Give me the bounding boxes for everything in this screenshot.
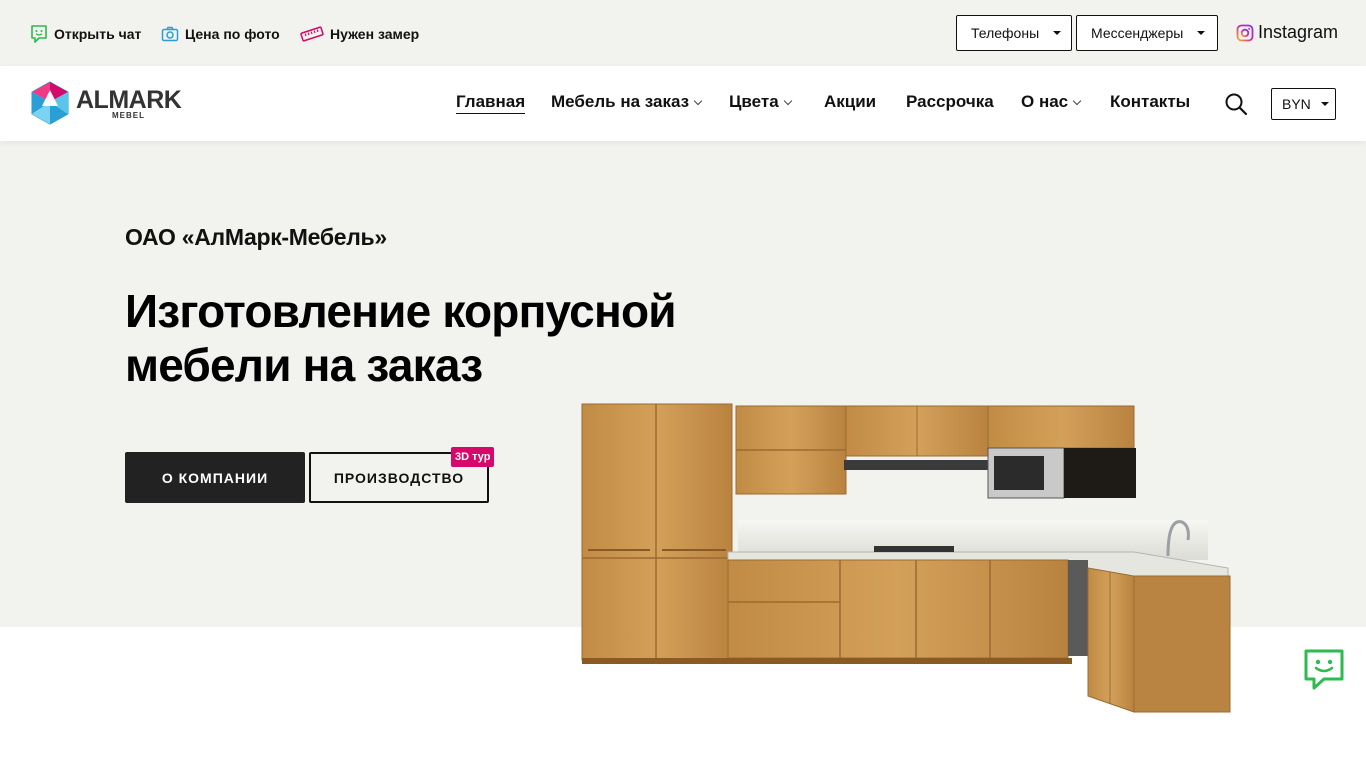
nav-installments[interactable]: Рассрочка <box>906 92 994 112</box>
nav-contacts-label: Контакты <box>1110 92 1191 111</box>
measure-label: Нужен замер <box>330 26 420 42</box>
floating-chat-button[interactable] <box>1302 647 1346 691</box>
ruler-icon <box>300 26 324 42</box>
nav-installments-label: Рассрочка <box>906 92 994 111</box>
nav-promotions[interactable]: Акции <box>824 92 876 112</box>
nav-colors[interactable]: Цвета <box>729 92 792 112</box>
logo-subtext: MEBEL <box>112 111 145 120</box>
search-button[interactable] <box>1224 92 1248 116</box>
nav-promotions-label: Акции <box>824 92 877 111</box>
nav-home-label: Главная <box>456 92 526 111</box>
currency-dropdown[interactable]: BYN <box>1271 88 1336 120</box>
3d-tour-badge[interactable]: 3D тур <box>451 447 495 467</box>
almark-logo[interactable]: ALMARK MEBEL <box>30 80 190 126</box>
nav-about[interactable]: О нас <box>1021 92 1082 112</box>
nav-colors-label: Цвета <box>729 92 779 111</box>
currency-label: BYN <box>1282 96 1311 112</box>
headline-line-2: мебели на заказ <box>125 339 483 391</box>
headline-line-1: Изготовление корпусной <box>125 285 677 337</box>
camera-icon <box>161 26 179 42</box>
nav-custom-furniture-label: Мебель на заказ <box>551 92 690 111</box>
chevron-down-icon <box>1072 96 1082 105</box>
chat-icon <box>31 25 47 43</box>
about-company-button[interactable]: О КОМПАНИИ <box>125 452 305 503</box>
top-bar: Открыть чат Цена по фото Нужен замер Тел… <box>0 0 1366 66</box>
open-chat-label: Открыть чат <box>54 26 142 42</box>
company-name: ОАО «АлМарк-Мебель» <box>125 224 387 250</box>
instagram-icon <box>1236 24 1254 41</box>
caret-down-icon <box>1320 102 1329 106</box>
chevron-down-icon <box>783 96 792 105</box>
main-header: ALMARK MEBEL Главная Мебель на заказ Цве… <box>0 66 1366 141</box>
nav-about-label: О нас <box>1021 92 1069 111</box>
messengers-dropdown[interactable]: Мессенджеры <box>1076 15 1218 51</box>
photo-price-label: Цена по фото <box>185 26 280 42</box>
messengers-label: Мессенджеры <box>1091 25 1184 41</box>
search-icon <box>1225 93 1248 116</box>
photo-price-link[interactable]: Цена по фото <box>161 22 280 46</box>
nav-home[interactable]: Главная <box>456 92 526 114</box>
nav-contacts[interactable]: Контакты <box>1110 92 1190 112</box>
phones-label: Телефоны <box>971 25 1040 41</box>
caret-down-icon <box>1053 31 1062 35</box>
chevron-down-icon <box>693 96 703 105</box>
measure-link[interactable]: Нужен замер <box>300 22 419 46</box>
phones-dropdown[interactable]: Телефоны <box>956 15 1072 51</box>
kitchen-image <box>581 403 1231 713</box>
instagram-link[interactable]: Instagram <box>1236 22 1338 43</box>
nav-custom-furniture[interactable]: Мебель на заказ <box>551 92 703 112</box>
hero-headline: Изготовление корпусной мебели на заказ <box>125 284 725 392</box>
instagram-label: Instagram <box>1258 22 1339 42</box>
chat-icon <box>1304 649 1344 690</box>
caret-down-icon <box>1197 31 1206 35</box>
open-chat-link[interactable]: Открыть чат <box>30 22 141 46</box>
